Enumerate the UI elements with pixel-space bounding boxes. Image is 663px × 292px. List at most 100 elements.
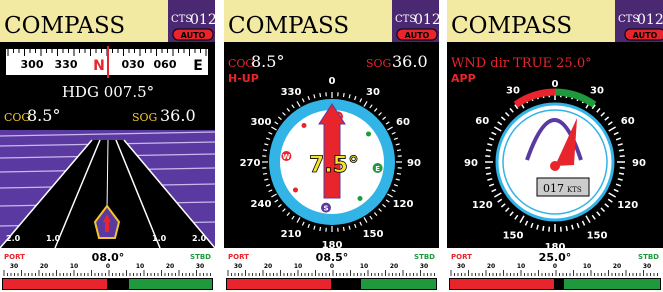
- dial-label: 30: [590, 85, 604, 96]
- dial-label: 120: [472, 200, 493, 211]
- dial-label: 150: [503, 231, 524, 242]
- rudder-scale-label: 10: [583, 263, 591, 270]
- dial-label: 0: [329, 76, 336, 87]
- dial-label: 300: [251, 117, 272, 128]
- dial-label: 330: [281, 87, 302, 98]
- dial-label: 30: [366, 87, 380, 98]
- dial-label: 90: [464, 158, 478, 169]
- dial-label: 90: [632, 158, 646, 169]
- dial-label: 60: [621, 116, 635, 127]
- cardinal-label: E: [375, 165, 380, 173]
- cardinal-label: W: [283, 153, 291, 161]
- cog-value: 8.5°: [27, 106, 60, 125]
- cts-value: 012°: [190, 12, 215, 28]
- road-label-left1: 1.0: [46, 234, 61, 243]
- speed-unit: KTS: [567, 186, 582, 194]
- rudder-scale-label: 30: [420, 263, 428, 270]
- strip-label-330: 330: [55, 58, 78, 71]
- mode-label: H-UP: [228, 72, 259, 85]
- intercardinal-marker: [301, 123, 307, 129]
- sog-value: 36.0: [160, 106, 196, 125]
- cts-value: 012°: [414, 12, 439, 28]
- road-label-left2: 2.0: [6, 234, 21, 243]
- strip-label-e: E: [193, 58, 203, 74]
- rudder-scale-label: 20: [264, 263, 272, 270]
- title: COMPASS: [451, 13, 572, 39]
- sog-value: 36.0: [392, 52, 428, 71]
- rudder-scale-label: 30: [234, 263, 242, 270]
- port-label: PORT: [4, 253, 25, 261]
- auto-button[interactable]: AUTO: [172, 28, 214, 41]
- compass-panel-wind: COMPASS CTS 012° AUTO WND dir TRUE 25.0°…: [447, 0, 663, 292]
- rudder-scale-label: 10: [136, 263, 144, 270]
- cardinal-label: S: [323, 205, 328, 213]
- stbd-label: STBD: [638, 253, 659, 261]
- road-label-right1: 1.0: [152, 234, 167, 243]
- strip-label-n: N: [93, 58, 105, 74]
- cog-value: 8.5°: [251, 52, 284, 71]
- rudder-scale-label: 30: [10, 263, 18, 270]
- dial-label: 240: [251, 199, 272, 210]
- title: COMPASS: [4, 13, 125, 39]
- dial-label: 60: [475, 116, 489, 127]
- dial-label: 270: [240, 158, 261, 169]
- dial-label: 120: [393, 199, 414, 210]
- road-label-right2: 2.0: [192, 234, 207, 243]
- intercardinal-marker: [357, 195, 363, 201]
- auto-label: AUTO: [181, 31, 206, 40]
- dial-label: 150: [363, 229, 384, 240]
- dial-label: 60: [396, 117, 410, 128]
- rudder-scale-label: 10: [70, 263, 78, 270]
- dial-label: 0: [552, 79, 559, 90]
- mode-label: APP: [451, 72, 476, 85]
- rudder-scale-label: 20: [613, 263, 621, 270]
- sog-label: SOG: [132, 111, 157, 124]
- auto-button[interactable]: AUTO: [396, 28, 438, 41]
- rudder-scale-label: 0: [330, 263, 334, 270]
- strip-label-060: 060: [154, 58, 177, 71]
- rudder-scale-label: 10: [517, 263, 525, 270]
- center-value: 7.5°: [309, 153, 359, 178]
- compass-panel-highway: COMPASS CTS 012° AUTO 300 330 N 030 060 …: [0, 0, 215, 292]
- intercardinal-marker: [365, 131, 371, 137]
- rudder-scale-label: 30: [643, 263, 651, 270]
- dial-label: 210: [281, 229, 302, 240]
- hdg-readout: HDG 007.5°: [62, 83, 154, 101]
- compass-panel-dial: COMPASS CTS 012° AUTO COG 8.5° SOG 36.0 …: [224, 0, 439, 292]
- rudder-bar: [226, 278, 437, 290]
- rudder-scale-label: 20: [487, 263, 495, 270]
- stbd-label: STBD: [190, 253, 211, 261]
- dial-label: 150: [587, 231, 608, 242]
- dial-label: 90: [407, 158, 421, 169]
- rudder-scale-label: 10: [294, 263, 302, 270]
- sog-label: SOG: [366, 57, 391, 70]
- strip-label-300: 300: [21, 58, 44, 71]
- rudder-scale-label: 0: [106, 263, 110, 270]
- dial-label: 120: [617, 200, 638, 211]
- wind-readout: WND dir TRUE 25.0°: [451, 56, 592, 71]
- rudder-scale-label: 0: [553, 263, 557, 270]
- strip-label-030: 030: [122, 58, 145, 71]
- cts-value: 012°: [637, 12, 663, 28]
- rudder-scale-label: 20: [390, 263, 398, 270]
- port-label: PORT: [228, 253, 249, 261]
- speed-box: 017 KTS: [536, 177, 590, 197]
- auto-label: AUTO: [405, 31, 430, 40]
- auto-button[interactable]: AUTO: [624, 28, 663, 41]
- dial-label: 30: [506, 85, 520, 96]
- rudder-scale-label: 10: [360, 263, 368, 270]
- auto-label: AUTO: [633, 31, 658, 40]
- port-label: PORT: [451, 253, 472, 261]
- rudder-scale-label: 30: [196, 263, 204, 270]
- wind-dial: 017 KTS: [485, 88, 625, 232]
- rudder-scale-label: 20: [166, 263, 174, 270]
- rudder-bar: [2, 278, 213, 290]
- intercardinal-marker: [293, 187, 299, 193]
- compass-dial: NESW 7.5°: [262, 92, 402, 232]
- speed-value: 017: [543, 182, 564, 195]
- title: COMPASS: [228, 13, 349, 39]
- rudder-bar: [449, 278, 661, 290]
- stbd-label: STBD: [414, 253, 435, 261]
- rudder-scale-label: 30: [457, 263, 465, 270]
- rudder-scale-label: 20: [40, 263, 48, 270]
